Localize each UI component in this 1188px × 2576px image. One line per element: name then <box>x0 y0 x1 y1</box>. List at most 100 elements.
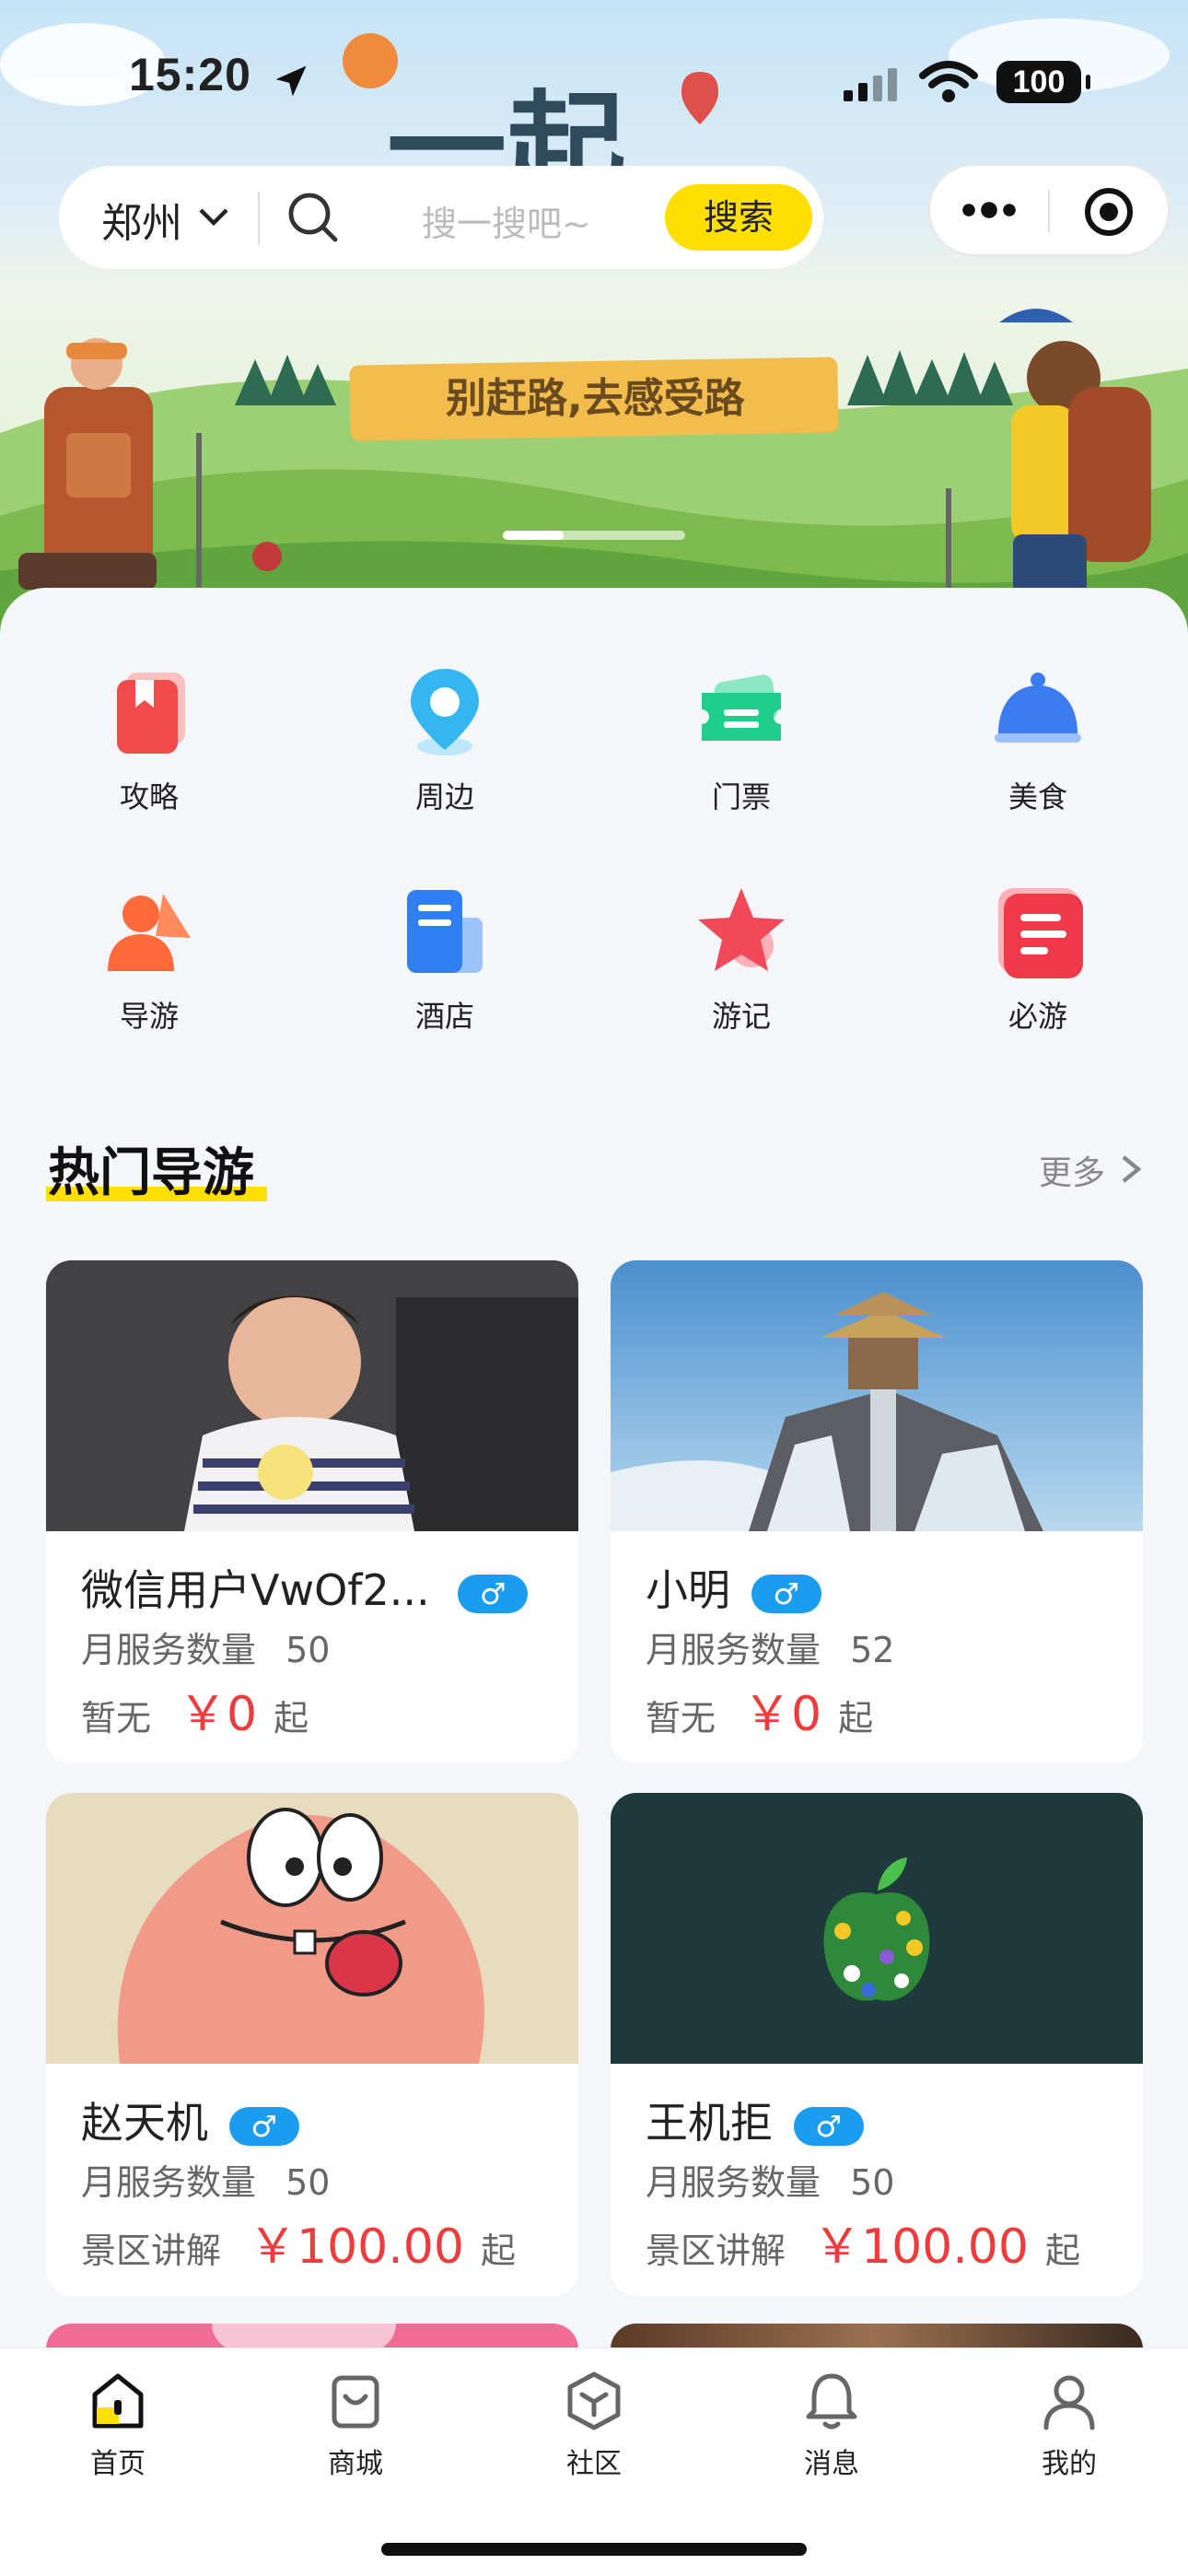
category-travelogue[interactable]: 游记 <box>649 881 833 1036</box>
search-icon[interactable] <box>285 190 341 245</box>
price-suffix: 起 <box>480 2231 516 2271</box>
tab-mall[interactable]: 商城 <box>263 2369 448 2481</box>
price-suffix: 起 <box>1044 2231 1080 2271</box>
guide-service-row: 月服务数量 50 <box>81 1622 330 1672</box>
price-suffix: 起 <box>838 1698 874 1739</box>
tab-label: 商城 <box>328 2448 383 2480</box>
cube-community-icon <box>567 2371 621 2430</box>
guide-name-row: 微信用户VwOf2... ♂ <box>81 1557 529 1618</box>
service-count: 50 <box>285 1630 331 1670</box>
guide-price-row: 景区讲解 ￥100.00 起 <box>81 2207 516 2277</box>
category-tickets[interactable]: 门票 <box>649 662 833 816</box>
wifi-icon <box>919 61 978 102</box>
category-label: 必游 <box>1007 999 1067 1034</box>
tab-home[interactable]: 首页 <box>26 2369 210 2481</box>
guide-card[interactable]: 小明 ♂ 月服务数量 52 暂无 ￥0 起 <box>611 1260 1143 1763</box>
chevron-right-icon[interactable] <box>1118 1153 1144 1185</box>
service-label: 月服务数量 <box>646 1630 821 1670</box>
banner-slogan: 别赶路,去感受路 <box>446 375 745 422</box>
more-link[interactable]: 更多 <box>1039 1146 1105 1194</box>
category-hotel[interactable]: 酒店 <box>353 881 537 1036</box>
tab-messages[interactable]: 消息 <box>740 2369 924 2481</box>
guide-name: 微信用户VwOf2... <box>81 1565 430 1615</box>
guide-service-row: 月服务数量 50 <box>646 2154 894 2205</box>
ticket-icon <box>702 674 781 741</box>
category-guides[interactable]: 攻略 <box>57 662 241 816</box>
search-input[interactable]: 搜一搜吧~ <box>422 195 591 246</box>
guide-service-row: 月服务数量 52 <box>646 1622 894 1672</box>
guide-name-row: 王机拒 ♂ <box>646 2090 864 2150</box>
status-time: 15:20 <box>129 49 251 100</box>
guide-avatar-photo <box>46 1793 578 2064</box>
service-label: 月服务数量 <box>81 1630 257 1670</box>
guide-person-icon <box>108 894 191 971</box>
close-target-icon[interactable] <box>1083 186 1135 238</box>
home-indicator <box>381 2543 807 2556</box>
guide-avatar-photo <box>611 1260 1143 1531</box>
category-label: 酒店 <box>414 999 474 1034</box>
guide-name-row: 小明 ♂ <box>646 1557 821 1618</box>
hotel-building-icon <box>407 890 483 973</box>
more-dots-icon[interactable] <box>960 193 1020 227</box>
bottom-tab-bar: 首页 商城 社区 消息 我的 <box>0 2348 1188 2576</box>
bookmark-book-icon <box>117 673 185 754</box>
home-icon <box>92 2373 144 2429</box>
guide-name-row: 赵天机 ♂ <box>81 2090 299 2150</box>
location-arrow-icon <box>275 65 307 97</box>
chevron-down-icon[interactable] <box>197 205 230 230</box>
category-food[interactable]: 美食 <box>946 662 1130 816</box>
cellular-signal-icon <box>844 68 897 101</box>
gender-male-badge: ♂ <box>793 2106 864 2146</box>
guide-price: ￥100.00 <box>249 2219 464 2275</box>
tab-label: 首页 <box>90 2448 146 2480</box>
shopping-bag-icon <box>332 2375 379 2429</box>
guide-price-row: 暂无 ￥0 起 <box>646 1675 873 1744</box>
food-cloche-icon <box>995 673 1081 743</box>
tab-profile[interactable]: 我的 <box>977 2369 1161 2481</box>
category-label: 游记 <box>711 999 771 1034</box>
tab-label: 我的 <box>1042 2448 1097 2480</box>
tab-label: 消息 <box>804 2448 859 2480</box>
star-icon <box>698 888 785 971</box>
category-must-visit[interactable]: 必游 <box>946 881 1130 1036</box>
guide-card[interactable]: 赵天机 ♂ 月服务数量 50 景区讲解 ￥100.00 起 <box>46 1793 578 2296</box>
guide-tag: 暂无 <box>81 1698 152 1739</box>
banner-pagination-active <box>503 531 564 540</box>
capsule-divider <box>1048 190 1050 232</box>
category-tour-guide[interactable]: 导游 <box>57 881 241 1036</box>
guide-price-row: 暂无 ￥0 起 <box>81 1675 309 1744</box>
tab-label: 社区 <box>566 2448 622 2480</box>
guide-tag: 景区讲解 <box>646 2231 786 2271</box>
category-nearby[interactable]: 周边 <box>353 662 537 816</box>
tab-community[interactable]: 社区 <box>502 2369 686 2481</box>
category-label: 攻略 <box>119 779 179 814</box>
guide-price: ￥0 <box>179 1687 258 1742</box>
category-label: 导游 <box>119 999 179 1034</box>
category-label: 美食 <box>1007 779 1067 814</box>
location-selector[interactable]: 郑州 <box>101 190 182 249</box>
guide-price: ￥100.00 <box>813 2219 1029 2275</box>
gender-male-badge: ♂ <box>228 2106 299 2146</box>
guide-tag: 景区讲解 <box>81 2231 222 2271</box>
list-card-icon <box>998 888 1083 978</box>
category-label: 周边 <box>414 779 474 814</box>
user-icon <box>1043 2375 1095 2430</box>
guide-card[interactable]: 王机拒 ♂ 月服务数量 50 景区讲解 ￥100.00 起 <box>611 1793 1143 2296</box>
service-count: 50 <box>850 2162 895 2203</box>
section-title: 热门导游 <box>48 1143 254 1203</box>
service-label: 月服务数量 <box>81 2162 257 2203</box>
gender-male-badge: ♂ <box>751 1574 821 1613</box>
service-count: 50 <box>285 2162 331 2203</box>
guide-price: ￥0 <box>743 1687 822 1742</box>
service-label: 月服务数量 <box>646 2162 821 2203</box>
guide-card[interactable]: 微信用户VwOf2... ♂ 月服务数量 50 暂无 ￥0 起 <box>46 1260 578 1763</box>
guide-service-row: 月服务数量 50 <box>81 2154 330 2205</box>
search-button[interactable]: 搜索 <box>665 184 812 251</box>
search-divider <box>258 192 260 245</box>
gender-male-badge: ♂ <box>458 1574 529 1613</box>
bell-icon <box>806 2373 857 2430</box>
guide-name: 赵天机 <box>81 2098 208 2148</box>
guide-avatar-photo <box>46 1260 578 1531</box>
guide-price-row: 景区讲解 ￥100.00 起 <box>646 2207 1080 2277</box>
guide-avatar-photo <box>611 1793 1143 2064</box>
